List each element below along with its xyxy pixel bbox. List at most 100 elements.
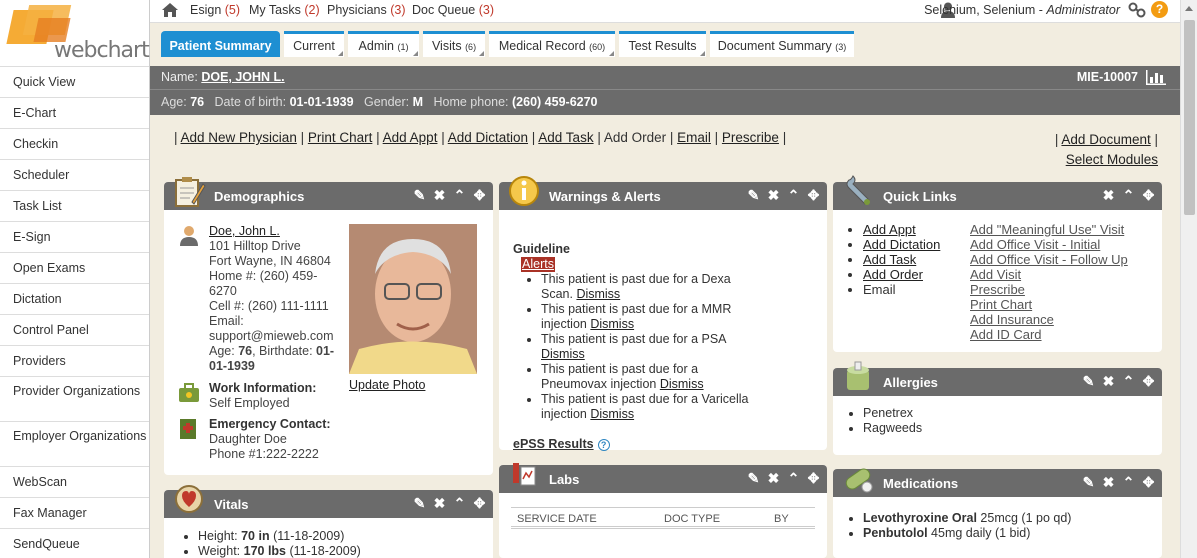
sidebar-item-quick-view[interactable]: Quick View [0, 67, 149, 98]
scrollbar-thumb[interactable] [1184, 20, 1195, 215]
sidebar-item-webscan[interactable]: WebScan [0, 467, 149, 498]
home-icon[interactable] [162, 3, 178, 17]
dismiss-link[interactable]: Dismiss [590, 317, 634, 331]
tab-current[interactable]: Current [284, 31, 344, 57]
move-icon[interactable]: ✥ [1141, 374, 1156, 389]
close-icon[interactable]: ✖ [766, 188, 781, 203]
sidebar-item-e-chart[interactable]: E-Chart [0, 98, 149, 129]
col-doc-type[interactable]: DOC TYPE [664, 513, 720, 525]
quick-link-prescribe[interactable]: Prescribe [970, 282, 1025, 297]
sidebar-item-checkin[interactable]: Checkin [0, 129, 149, 160]
dismiss-link[interactable]: Dismiss [590, 407, 634, 421]
sidebar-item-open-exams[interactable]: Open Exams [0, 253, 149, 284]
sidebar-item-e-sign[interactable]: E-Sign [0, 222, 149, 253]
prescribe-link[interactable]: Prescribe [722, 130, 779, 145]
collapse-icon[interactable]: ⌃ [1121, 475, 1136, 490]
email-link[interactable]: Email [677, 130, 711, 145]
move-icon[interactable]: ✥ [1141, 475, 1156, 490]
collapse-icon[interactable]: ⌃ [786, 188, 801, 203]
add-task-link[interactable]: Add Task [538, 130, 593, 145]
bar-chart-icon[interactable] [1146, 70, 1166, 85]
docqueue-link[interactable]: Doc Queue (3) [412, 3, 494, 17]
dismiss-link[interactable]: Dismiss [660, 377, 704, 391]
collapse-icon[interactable]: ⌃ [452, 188, 467, 203]
select-modules-link[interactable]: Select Modules [1066, 152, 1158, 167]
quick-link-add-office-visit-initial[interactable]: Add Office Visit - Initial [970, 237, 1100, 252]
edit-icon[interactable]: ✎ [1081, 374, 1096, 389]
close-icon[interactable]: ✖ [766, 471, 781, 486]
patient-name-link[interactable]: Doe, John L. [209, 224, 280, 238]
sidebar-item-providers[interactable]: Providers [0, 346, 149, 377]
add-appt-link[interactable]: Add Appt [383, 130, 438, 145]
add-document-link[interactable]: Add Document [1061, 132, 1150, 147]
col-by[interactable]: BY [774, 513, 789, 525]
sidebar-item-fax-manager[interactable]: Fax Manager [0, 498, 149, 529]
vertical-scrollbar[interactable] [1180, 0, 1197, 558]
mytasks-link[interactable]: My Tasks (2) [249, 3, 320, 17]
dismiss-link[interactable]: Dismiss [576, 287, 620, 301]
add-dictation-link[interactable]: Add Dictation [448, 130, 528, 145]
quick-link-print-chart[interactable]: Print Chart [970, 297, 1032, 312]
medication-item[interactable]: Levothyroxine Oral 25mcg (1 po qd) [863, 511, 1150, 526]
close-icon[interactable]: ✖ [1101, 188, 1116, 203]
epss-results-link[interactable]: ePSS Results [513, 437, 594, 451]
sidebar-item-employer-organizations[interactable]: Employer Organizations [0, 422, 149, 467]
add-order-link[interactable]: Add Order [604, 130, 666, 145]
dismiss-link[interactable]: Dismiss [541, 347, 585, 361]
quick-link-add-order[interactable]: Add Order [863, 267, 923, 282]
close-icon[interactable]: ✖ [1101, 374, 1116, 389]
tab-test-results[interactable]: Test Results [619, 31, 706, 57]
webchart-logo[interactable]: webchart [0, 0, 150, 67]
esign-link[interactable]: Esign (5) [190, 3, 240, 17]
quick-link-add-office-visit-follow-up[interactable]: Add Office Visit - Follow Up [970, 252, 1128, 267]
alerts-tab[interactable]: Alerts [521, 257, 555, 272]
tab-visits[interactable]: Visits (6) [423, 31, 485, 57]
collapse-icon[interactable]: ⌃ [1121, 374, 1136, 389]
collapse-icon[interactable]: ⌃ [786, 471, 801, 486]
edit-icon[interactable]: ✎ [1081, 475, 1096, 490]
help-icon[interactable]: ? [1151, 1, 1168, 18]
edit-icon[interactable]: ✎ [746, 471, 761, 486]
quick-link-add-dictation[interactable]: Add Dictation [863, 237, 940, 252]
close-icon[interactable]: ✖ [432, 188, 447, 203]
medication-item[interactable]: Penbutolol 45mg daily (1 bid) [863, 526, 1150, 541]
tab-document-summary[interactable]: Document Summary (3) [710, 31, 854, 57]
move-icon[interactable]: ✥ [806, 471, 821, 486]
quick-link-add-appt[interactable]: Add Appt [863, 222, 916, 237]
quick-link-add-insurance[interactable]: Add Insurance [970, 312, 1054, 327]
tab-medical-record[interactable]: Medical Record (60) [489, 31, 615, 57]
quick-link-add-visit[interactable]: Add Visit [970, 267, 1021, 282]
sidebar-item-dictation[interactable]: Dictation [0, 284, 149, 315]
sidebar-item-task-list[interactable]: Task List [0, 191, 149, 222]
move-icon[interactable]: ✥ [806, 188, 821, 203]
quick-link-add-meaningful-use-visit[interactable]: Add "Meaningful Use" Visit [970, 222, 1124, 237]
quick-link-add-task[interactable]: Add Task [863, 252, 916, 267]
add-new-physician-link[interactable]: Add New Physician [181, 130, 297, 145]
sidebar-item-control-panel[interactable]: Control Panel [0, 315, 149, 346]
help-icon[interactable]: ? [597, 439, 610, 451]
edit-icon[interactable]: ✎ [412, 188, 427, 203]
move-icon[interactable]: ✥ [1141, 188, 1156, 203]
tab-patient-summary[interactable]: Patient Summary [161, 31, 280, 57]
quick-link-add-id-card[interactable]: Add ID Card [970, 327, 1042, 342]
patient-name[interactable]: DOE, JOHN L. [201, 70, 284, 84]
col-service-date[interactable]: SERVICE DATE [517, 513, 597, 525]
collapse-icon[interactable]: ⌃ [452, 496, 467, 511]
link-icon[interactable] [1128, 2, 1146, 18]
collapse-icon[interactable]: ⌃ [1121, 188, 1136, 203]
close-icon[interactable]: ✖ [432, 496, 447, 511]
edit-icon[interactable]: ✎ [746, 188, 761, 203]
edit-icon[interactable]: ✎ [412, 496, 427, 511]
user-name[interactable]: Selenium, Selenium - Administrator [924, 3, 1120, 17]
physicians-link[interactable]: Physicians (3) [327, 3, 406, 17]
update-photo-link[interactable]: Update Photo [349, 378, 425, 392]
print-chart-link[interactable]: Print Chart [308, 130, 373, 145]
scroll-up-arrow[interactable] [1185, 6, 1193, 11]
tab-admin[interactable]: Admin (1) [348, 31, 419, 57]
quick-link-email[interactable]: Email [863, 282, 896, 297]
move-icon[interactable]: ✥ [472, 496, 487, 511]
sidebar-item-scheduler[interactable]: Scheduler [0, 160, 149, 191]
move-icon[interactable]: ✥ [472, 188, 487, 203]
close-icon[interactable]: ✖ [1101, 475, 1116, 490]
sidebar-item-provider-organizations[interactable]: Provider Organizations [0, 377, 149, 422]
